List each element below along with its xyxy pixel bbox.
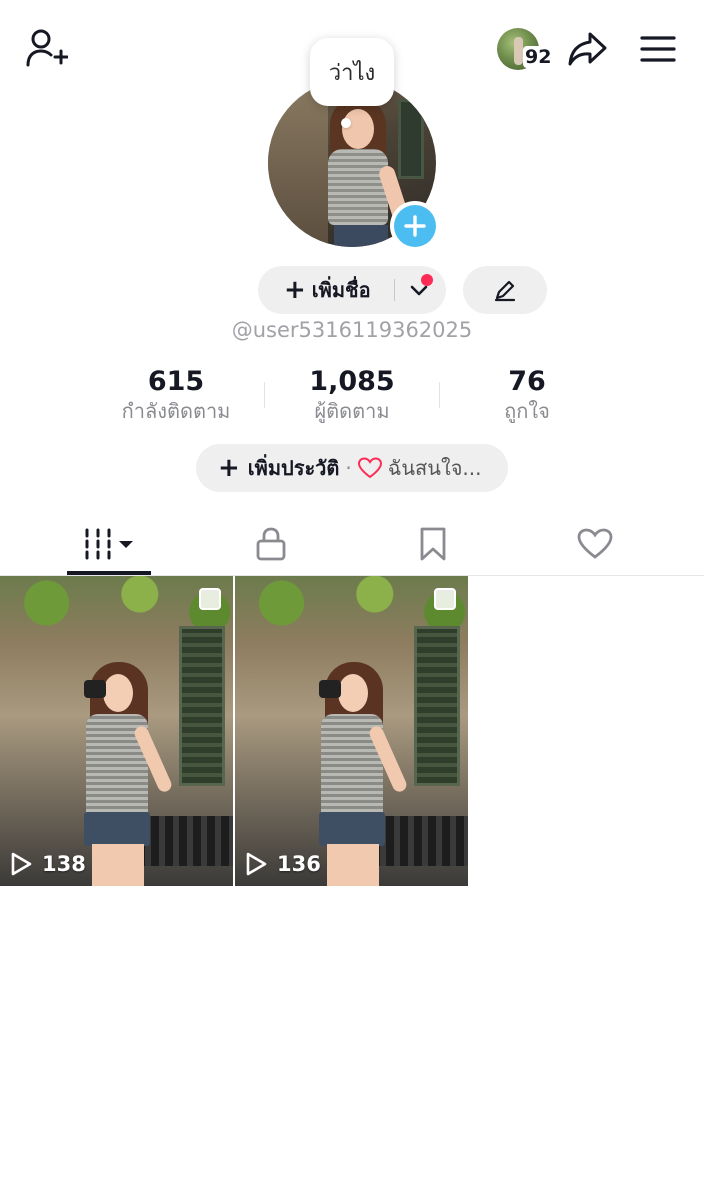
- status-speech-bubble[interactable]: ว่าไง: [310, 38, 394, 106]
- bookmark-icon: [420, 527, 446, 561]
- play-icon: [11, 852, 32, 876]
- stat-divider: [439, 382, 440, 408]
- edit-profile-button[interactable]: [463, 266, 547, 314]
- menu-button[interactable]: [638, 30, 678, 68]
- view-count: 138: [10, 852, 86, 876]
- bio-separator: ·: [345, 456, 352, 480]
- divider: [394, 279, 395, 301]
- plus-icon: +: [284, 275, 306, 305]
- tab-videos[interactable]: [67, 516, 151, 572]
- heart-outline-icon: [357, 457, 382, 479]
- stat-divider: [264, 382, 265, 408]
- followers-count: 1,085: [309, 366, 395, 397]
- share-icon: [568, 32, 607, 66]
- select-checkbox[interactable]: [199, 588, 221, 610]
- likes-stat[interactable]: 76 ถูกใจ: [442, 366, 612, 424]
- view-count-value: 138: [42, 852, 86, 876]
- speech-bubble-text: ว่าไง: [328, 60, 376, 86]
- add-bio-label: เพิ่มประวัติ: [247, 456, 340, 480]
- notification-dot: [421, 274, 433, 286]
- view-count: 136: [245, 852, 321, 876]
- following-count: 615: [147, 366, 205, 397]
- speech-bubble-tail: [341, 118, 351, 128]
- following-stat[interactable]: 615 กำลังติดตาม: [91, 366, 261, 424]
- story-count-badge: 92: [523, 46, 554, 68]
- tab-saved[interactable]: [391, 516, 475, 572]
- add-person-icon: [26, 29, 68, 67]
- add-bio-button[interactable]: + เพิ่มประวัติ · ฉันสนใจ...: [196, 444, 508, 492]
- tab-private[interactable]: [229, 516, 313, 572]
- followers-label: ผู้ติดตาม: [314, 399, 390, 423]
- lock-icon: [256, 527, 286, 561]
- pencil-icon: [494, 280, 516, 302]
- likes-count: 76: [508, 366, 546, 397]
- play-icon: [246, 852, 267, 876]
- video-thumbnail[interactable]: 136: [235, 576, 468, 886]
- add-friend-button[interactable]: [22, 26, 70, 70]
- share-profile-button[interactable]: [564, 28, 610, 70]
- select-checkbox[interactable]: [434, 588, 456, 610]
- grid-icon: [85, 528, 133, 560]
- plus-icon: [404, 215, 426, 237]
- add-avatar-button[interactable]: [390, 201, 440, 251]
- heart-icon: [577, 528, 613, 559]
- username-handle: @user5316119362025: [231, 318, 473, 342]
- interest-label: ฉันสนใจ...: [387, 456, 482, 480]
- tab-liked[interactable]: [553, 516, 637, 572]
- video-thumbnail[interactable]: 138: [0, 576, 233, 886]
- followers-stat[interactable]: 1,085 ผู้ติดตาม: [267, 366, 437, 424]
- plus-icon: +: [218, 453, 240, 483]
- add-name-label: เพิ่มชื่อ: [311, 278, 371, 302]
- add-name-button[interactable]: + เพิ่มชื่อ: [258, 266, 446, 314]
- view-count-value: 136: [277, 852, 321, 876]
- hamburger-menu-icon: [640, 36, 676, 62]
- following-label: กำลังติดตาม: [121, 399, 231, 423]
- likes-label: ถูกใจ: [504, 399, 550, 423]
